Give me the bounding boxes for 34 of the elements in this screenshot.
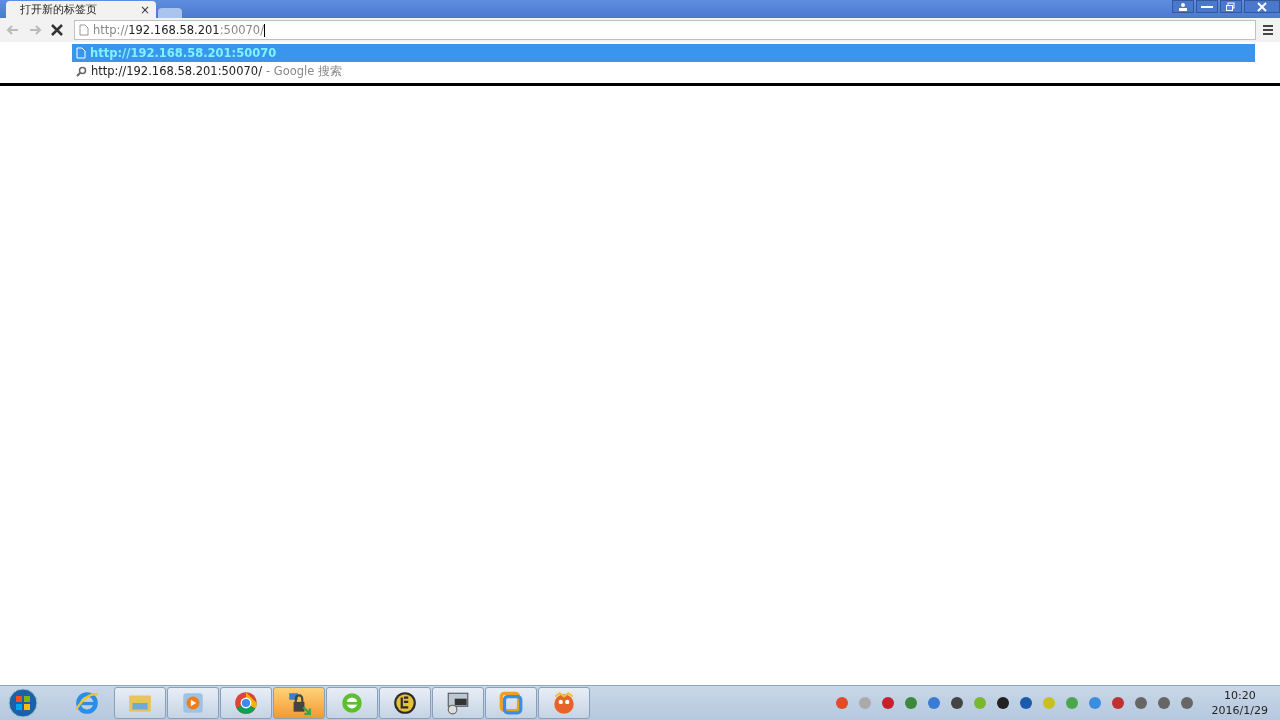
page-icon [79, 24, 89, 36]
menu-icon[interactable] [1260, 22, 1276, 38]
app-icon [339, 690, 365, 716]
restore-icon [1225, 0, 1237, 13]
taskbar-button[interactable] [432, 687, 484, 719]
address-field[interactable]: http://192.168.58.201:50070/ [74, 20, 1256, 40]
close-icon [1256, 0, 1268, 13]
restore-button[interactable] [1220, 0, 1242, 13]
suggestion-item[interactable]: http://192.168.58.201:50070/ - Google 搜索 [72, 62, 1255, 80]
app-icon [286, 690, 312, 716]
tab-close-button[interactable]: × [139, 2, 150, 17]
page-icon [76, 47, 86, 59]
app-icon [551, 690, 577, 716]
app-icon [498, 690, 524, 716]
address-text: http://192.168.58.201:50070/ [93, 23, 266, 37]
suggestion-hint: - Google 搜索 [266, 63, 343, 79]
minimize-button[interactable] [1196, 0, 1218, 13]
user-icon [1177, 0, 1189, 13]
taskbar-button[interactable] [379, 687, 431, 719]
user-button[interactable] [1172, 0, 1194, 13]
search-icon [76, 65, 87, 77]
start-button[interactable] [6, 687, 40, 719]
tray-icon[interactable] [994, 695, 1011, 711]
app-icon [180, 690, 206, 716]
app-icon [74, 690, 100, 716]
app-icon [392, 690, 418, 716]
browser-tab[interactable]: 打开新的标签页 × [6, 1, 156, 18]
clock[interactable]: 10:20 2016/1/29 [1211, 688, 1268, 718]
tray-icon[interactable] [948, 695, 965, 711]
close-button[interactable] [1244, 0, 1280, 13]
minimize-icon [1201, 5, 1213, 8]
taskbar-button[interactable] [273, 687, 325, 719]
app-icon [445, 690, 471, 716]
app-icon [233, 690, 259, 716]
